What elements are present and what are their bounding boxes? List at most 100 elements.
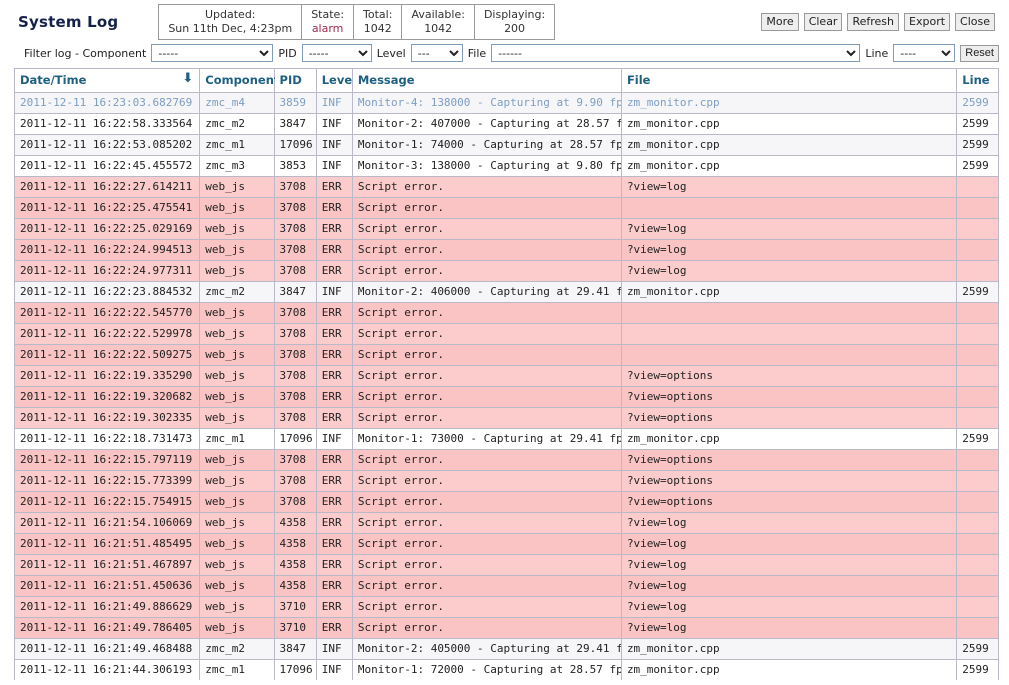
filter-pid-select[interactable]: -----: [301, 44, 372, 62]
table-row[interactable]: 2011-12-11 16:22:53.085202 zmc_m1 17096 INF…: [15, 134, 998, 156]
cell-level: INF: [316, 113, 353, 135]
table-row[interactable]: 2011-12-11 16:22:22.545770 web_js 3708 ERR S…: [15, 302, 998, 324]
table-row[interactable]: 2011-12-11 16:22:15.797119 web_js 3708 ERR S…: [15, 449, 998, 471]
filter-component-select[interactable]: -----: [151, 44, 274, 62]
cell-message: Script error.: [352, 617, 622, 639]
cell-level: ERR: [316, 512, 353, 534]
status-displaying-value: 200: [504, 22, 526, 35]
table-row[interactable]: 2011-12-11 16:22:25.475541 web_js 3708 ERR S…: [15, 197, 998, 219]
table-row[interactable]: 2011-12-11 16:22:25.029169 web_js 3708 ERR S…: [15, 218, 998, 240]
table-row[interactable]: 2011-12-11 16:22:19.335290 web_js 3708 ERR S…: [15, 365, 998, 387]
table-row[interactable]: 2011-12-11 16:22:19.320682 web_js 3708 ERR S…: [15, 386, 998, 408]
table-row[interactable]: 2011-12-11 16:22:15.773399 web_js 3708 ERR S…: [15, 470, 998, 492]
status-available-label: Available:: [411, 8, 465, 21]
cell-pid: 3708: [274, 470, 317, 492]
cell-component: zmc_m1: [199, 428, 275, 450]
cell-file: [621, 323, 958, 345]
table-row[interactable]: 2011-12-11 16:22:18.731473 zmc_m1 17096 INF…: [15, 428, 998, 450]
cell-datetime: 2011-12-11 16:23:03.682769: [15, 92, 201, 114]
cell-level: ERR: [316, 596, 353, 618]
cell-line: 2599: [956, 113, 998, 135]
cell-message: Monitor-2: 405000 - Capturing at 29.41 f…: [352, 638, 622, 660]
cell-message: Script error.: [352, 218, 622, 240]
reset-filter-button[interactable]: Reset: [960, 44, 999, 62]
cell-line: [956, 617, 998, 639]
filter-component-label: Filter log - Component: [24, 46, 147, 60]
filter-bar: Filter log - Component ----- PID ----- L…: [0, 44, 1009, 68]
export-button[interactable]: Export: [904, 13, 951, 31]
cell-level: INF: [316, 92, 353, 114]
table-row[interactable]: 2011-12-11 16:22:24.977311 web_js 3708 ERR S…: [15, 260, 998, 282]
cell-pid: 3853: [274, 155, 317, 177]
cell-message: Script error.: [352, 239, 622, 261]
cell-file: ?view=log: [621, 596, 958, 618]
cell-file: zm_monitor.cpp: [621, 638, 958, 660]
cell-message: Script error.: [352, 470, 622, 492]
cell-pid: 3708: [274, 302, 317, 324]
table-row[interactable]: 2011-12-11 16:22:24.994513 web_js 3708 ERR S…: [15, 239, 998, 261]
cell-message: Monitor-1: 73000 - Capturing at 29.41 fp…: [352, 428, 622, 450]
column-header-component[interactable]: Component: [199, 69, 279, 93]
table-row[interactable]: 2011-12-11 16:22:45.455572 zmc_m3 3853 INF M…: [15, 155, 998, 177]
header-bar: System Log Updated: Sun 11th Dec, 4:23pm…: [0, 0, 1009, 44]
cell-line: [956, 302, 998, 324]
cell-datetime: 2011-12-11 16:22:58.333564: [15, 113, 201, 135]
table-row[interactable]: 2011-12-11 16:21:44.306193 zmc_m1 17096 INF…: [15, 659, 998, 680]
filter-file-label: File: [467, 46, 487, 60]
column-header-pid[interactable]: PID: [274, 69, 317, 93]
refresh-button[interactable]: Refresh: [847, 13, 900, 31]
column-header-level[interactable]: Level: [316, 69, 356, 93]
table-row[interactable]: 2011-12-11 16:21:49.886629 web_js 3710 ERR S…: [15, 596, 998, 618]
cell-datetime: 2011-12-11 16:21:44.306193: [15, 659, 201, 680]
table-row[interactable]: 2011-12-11 16:21:49.468488 zmc_m2 3847 INF M…: [15, 638, 998, 660]
cell-level: ERR: [316, 470, 353, 492]
table-row[interactable]: 2011-12-11 16:22:15.754915 web_js 3708 ERR S…: [15, 491, 998, 513]
cell-message: Script error.: [352, 491, 622, 513]
cell-datetime: 2011-12-11 16:22:25.029169: [15, 218, 201, 240]
cell-pid: 3710: [274, 617, 317, 639]
table-row[interactable]: 2011-12-11 16:21:51.467897 web_js 4358 ERR S…: [15, 554, 998, 576]
cell-component: web_js: [199, 449, 275, 471]
table-row[interactable]: 2011-12-11 16:21:54.106069 web_js 4358 ERR S…: [15, 512, 998, 534]
column-header-file[interactable]: File: [621, 69, 958, 93]
clear-button[interactable]: Clear: [803, 13, 843, 31]
table-row[interactable]: 2011-12-11 16:21:49.786405 web_js 3710 ERR S…: [15, 617, 998, 639]
filter-pid-label: PID: [278, 46, 297, 60]
table-row[interactable]: 2011-12-11 16:22:23.884532 zmc_m2 3847 INF M…: [15, 281, 998, 303]
more-button[interactable]: More: [761, 13, 799, 31]
cell-line: [956, 596, 998, 618]
table-row[interactable]: 2011-12-11 16:21:51.450636 web_js 4358 ERR S…: [15, 575, 998, 597]
cell-datetime: 2011-12-11 16:22:45.455572: [15, 155, 201, 177]
cell-level: ERR: [316, 617, 353, 639]
filter-level-select[interactable]: ---: [410, 44, 463, 62]
cell-line: [956, 554, 998, 576]
cell-level: INF: [316, 428, 353, 450]
table-row[interactable]: 2011-12-11 16:22:19.302335 web_js 3708 ERR S…: [15, 407, 998, 429]
table-row[interactable]: 2011-12-11 16:21:51.485495 web_js 4358 ERR S…: [15, 533, 998, 555]
table-row[interactable]: 2011-12-11 16:22:22.529978 web_js 3708 ERR S…: [15, 323, 998, 345]
log-table-container[interactable]: Date/Time ⬇ Component PID Level Message …: [14, 68, 999, 680]
column-header-datetime[interactable]: Date/Time ⬇: [15, 69, 201, 93]
filter-file-select[interactable]: ------: [491, 44, 861, 62]
table-row[interactable]: 2011-12-11 16:22:22.509275 web_js 3708 ERR S…: [15, 344, 998, 366]
cell-line: [956, 323, 998, 345]
cell-component: web_js: [199, 491, 275, 513]
status-updated-cell: Updated: Sun 11th Dec, 4:23pm: [159, 5, 302, 40]
cell-line: 2599: [956, 155, 998, 177]
table-row[interactable]: 2011-12-11 16:22:27.614211 web_js 3708 ERR S…: [15, 176, 998, 198]
cell-datetime: 2011-12-11 16:21:49.468488: [15, 638, 201, 660]
cell-message: Script error.: [352, 386, 622, 408]
cell-component: web_js: [199, 344, 275, 366]
status-total-cell: Total: 1042: [353, 4, 402, 40]
cell-component: zmc_m4: [199, 92, 275, 114]
table-row[interactable]: 2011-12-11 16:22:58.333564 zmc_m2 3847 INF M…: [15, 113, 998, 135]
cell-message: Script error.: [352, 197, 622, 219]
table-row[interactable]: 2011-12-11 16:23:03.682769 zmc_m4 3859 INF M…: [15, 92, 998, 114]
close-button[interactable]: Close: [955, 13, 995, 31]
cell-datetime: 2011-12-11 16:22:18.731473: [15, 428, 201, 450]
column-header-message[interactable]: Message: [352, 69, 622, 93]
filter-line-select[interactable]: ----: [893, 44, 956, 62]
cell-component: web_js: [199, 197, 275, 219]
column-header-line[interactable]: Line: [956, 69, 998, 93]
cell-datetime: 2011-12-11 16:22:15.773399: [15, 470, 201, 492]
